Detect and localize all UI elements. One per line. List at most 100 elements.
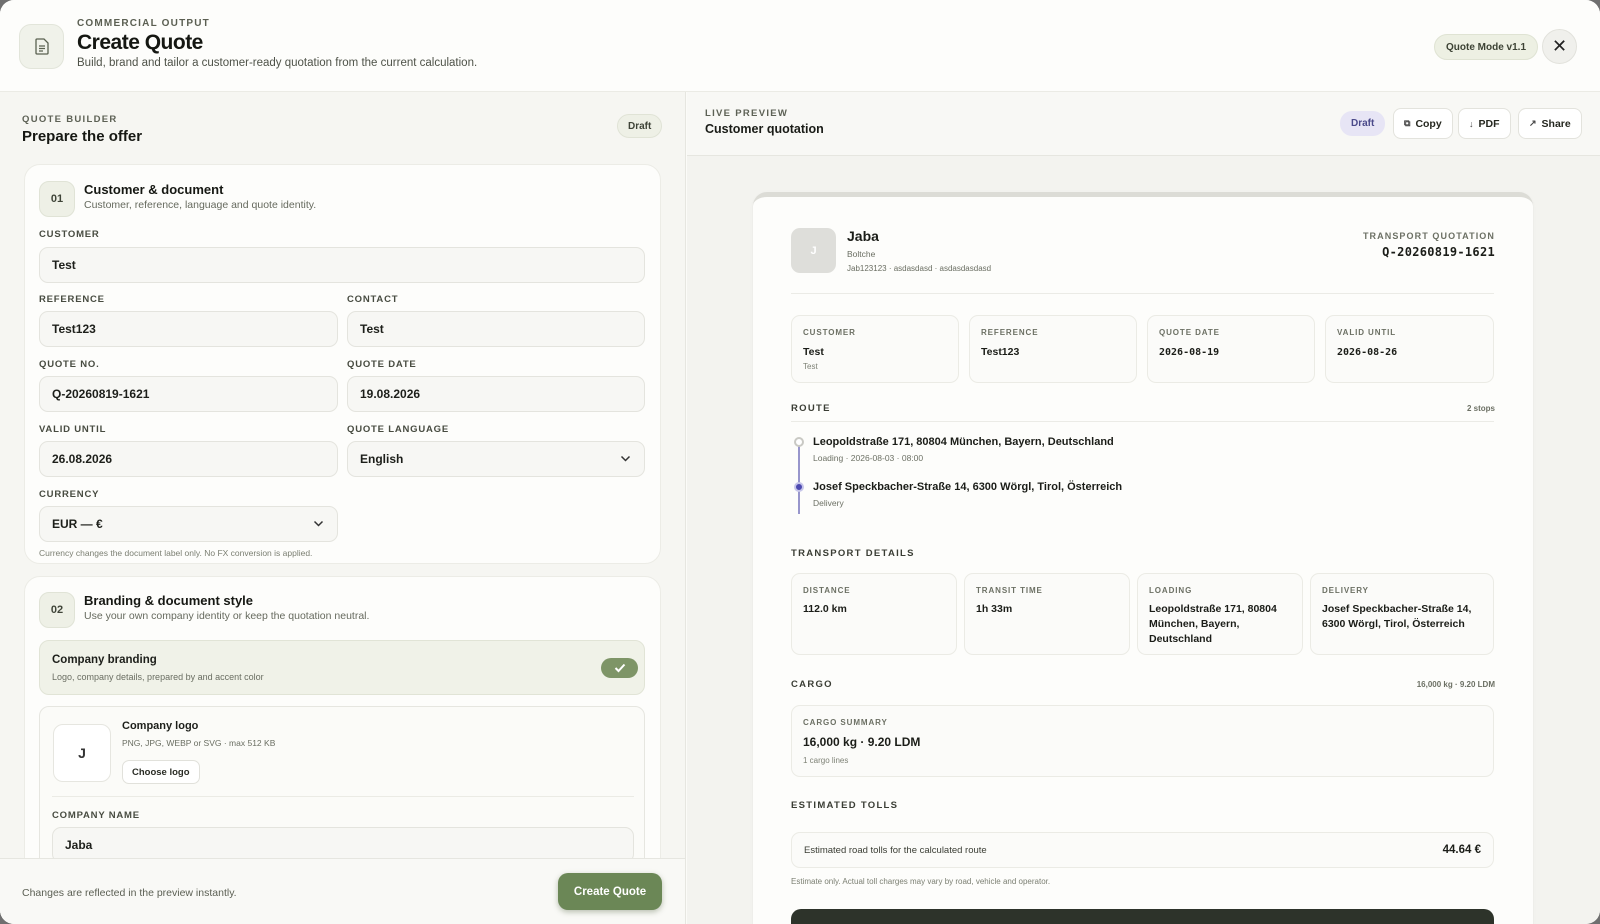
customer-document-card: 01 Customer & document Customer, referen… bbox=[24, 164, 661, 564]
customer-input[interactable]: Test bbox=[39, 247, 645, 283]
section-title: Customer & document bbox=[84, 182, 224, 197]
currency-select[interactable]: EUR — € bbox=[39, 506, 338, 542]
tolls-hint: Estimate only. Actual toll charges may v… bbox=[791, 877, 1051, 886]
quote-number: Q-20260819-1621 bbox=[1382, 245, 1495, 259]
preview-status-badge: Draft bbox=[1340, 111, 1386, 136]
route-heading: ROUTE bbox=[791, 403, 831, 414]
valid-until-input[interactable]: 26.08.2026 bbox=[39, 441, 338, 477]
choose-logo-button[interactable]: Choose logo bbox=[122, 760, 200, 784]
close-icon: ✕ bbox=[1551, 36, 1568, 56]
transport-card: TRANSIT TIME 1h 33m bbox=[964, 573, 1130, 655]
route-stop-sub: Loading · 2026-08-03 · 08:00 bbox=[813, 453, 924, 463]
cargo-summary-card: CARGO SUMMARY 16,000 kg · 9.20 LDM 1 car… bbox=[791, 705, 1494, 777]
summary-key: CUSTOMER bbox=[803, 328, 856, 337]
customer-label: CUSTOMER bbox=[39, 229, 100, 240]
quote-date-input[interactable]: 19.08.2026 bbox=[347, 376, 645, 412]
builder-title: Prepare the offer bbox=[22, 128, 143, 145]
cargo-summary-label: CARGO SUMMARY bbox=[803, 718, 888, 727]
copy-label: Copy bbox=[1415, 117, 1442, 130]
summary-card: REFERENCE Test123 bbox=[969, 315, 1137, 383]
transport-heading: TRANSPORT DETAILS bbox=[791, 548, 915, 559]
quote-language-select[interactable]: English bbox=[347, 441, 645, 477]
branding-title: Company branding bbox=[52, 654, 157, 666]
currency-value: EUR — € bbox=[52, 517, 103, 531]
route-end-dot bbox=[794, 482, 804, 492]
divider bbox=[791, 421, 1494, 422]
pdf-button[interactable]: ↓ PDF bbox=[1458, 108, 1511, 139]
cargo-lines: 1 cargo lines bbox=[803, 756, 849, 765]
tolls-row: Estimated road tolls for the calculated … bbox=[791, 832, 1494, 868]
company-branding-toggle[interactable] bbox=[601, 658, 638, 678]
transport-card: DISTANCE 112.0 km bbox=[791, 573, 957, 655]
quote-date-label: QUOTE DATE bbox=[347, 359, 417, 370]
checkmark-icon bbox=[614, 663, 625, 673]
route-stop-name: Leopoldstraße 171, 80804 München, Bayern… bbox=[813, 436, 1114, 448]
branding-card: 02 Branding & document style Use your ow… bbox=[24, 576, 661, 896]
builder-footer: Changes are reflected in the preview ins… bbox=[0, 858, 685, 924]
company-subtitle: Boltche bbox=[847, 249, 876, 259]
logo-placeholder: J bbox=[53, 724, 111, 782]
summary-card: VALID UNTIL 2026-08-26 bbox=[1325, 315, 1494, 383]
quote-builder-panel: QUOTE BUILDER Prepare the offer Draft 01… bbox=[0, 92, 686, 924]
reference-input[interactable]: Test123 bbox=[39, 311, 338, 347]
share-icon: ↗ bbox=[1529, 118, 1537, 128]
create-quote-modal: COMMERCIAL OUTPUT Create Quote Build, br… bbox=[0, 0, 1600, 924]
route-stop-sub: Delivery bbox=[813, 498, 844, 508]
route-count: 2 stops bbox=[1466, 404, 1495, 413]
summary-value: 2026-08-26 bbox=[1337, 347, 1398, 358]
contact-label: CONTACT bbox=[347, 294, 399, 305]
total-bar bbox=[791, 909, 1494, 924]
summary-sub: Test bbox=[803, 362, 818, 371]
divider bbox=[791, 293, 1494, 294]
company-branding-toggle-row[interactable]: Company branding Logo, company details, … bbox=[39, 640, 645, 695]
branding-subtitle: Logo, company details, prepared by and a… bbox=[52, 672, 264, 682]
copy-button[interactable]: ⧉ Copy bbox=[1393, 108, 1453, 139]
section-subtitle: Use your own company identity or keep th… bbox=[84, 610, 370, 622]
summary-card: QUOTE DATE 2026-08-19 bbox=[1147, 315, 1315, 383]
tolls-label: Estimated road tolls for the calculated … bbox=[804, 845, 987, 856]
reference-label: REFERENCE bbox=[39, 294, 105, 305]
tolls-heading: ESTIMATED TOLLS bbox=[791, 800, 899, 811]
divider bbox=[52, 796, 634, 797]
share-button[interactable]: ↗ Share bbox=[1518, 108, 1582, 139]
summary-key: VALID UNTIL bbox=[1337, 328, 1397, 337]
transport-key: TRANSIT TIME bbox=[976, 586, 1043, 595]
contact-input[interactable]: Test bbox=[347, 311, 645, 347]
route-stop-name: Josef Speckbacher-Straße 14, 6300 Wörgl,… bbox=[813, 481, 1123, 493]
pdf-label: PDF bbox=[1478, 117, 1500, 130]
builder-status-badge: Draft bbox=[617, 114, 663, 138]
step-number: 02 bbox=[39, 592, 75, 628]
section-title: Branding & document style bbox=[84, 593, 254, 608]
step-number: 01 bbox=[39, 181, 75, 217]
quote-mode-badge: Quote Mode v1.1 bbox=[1434, 34, 1539, 60]
quote-language-label: QUOTE LANGUAGE bbox=[347, 424, 449, 435]
header-eyebrow: COMMERCIAL OUTPUT bbox=[77, 18, 210, 29]
create-quote-button[interactable]: Create Quote bbox=[558, 873, 662, 910]
currency-label: CURRENCY bbox=[39, 489, 100, 500]
builder-eyebrow: QUOTE BUILDER bbox=[22, 114, 118, 125]
route-start-dot bbox=[794, 437, 804, 447]
company-name-label: COMPANY NAME bbox=[52, 810, 140, 821]
summary-value: Test bbox=[803, 346, 824, 358]
transport-card: LOADING Leopoldstraße 171, 80804 München… bbox=[1137, 573, 1303, 655]
section-subtitle: Customer, reference, language and quote … bbox=[84, 199, 317, 211]
document-icon bbox=[19, 24, 64, 69]
valid-until-label: VALID UNTIL bbox=[39, 424, 107, 435]
quote-no-input[interactable]: Q-20260819-1621 bbox=[39, 376, 338, 412]
close-button[interactable]: ✕ bbox=[1542, 29, 1577, 64]
document-type: TRANSPORT QUOTATION bbox=[1362, 231, 1495, 241]
chevron-down-icon bbox=[620, 455, 631, 462]
page-subtitle: Build, brand and tailor a customer-ready… bbox=[77, 57, 478, 69]
chevron-down-icon bbox=[313, 520, 324, 527]
download-icon: ↓ bbox=[1469, 118, 1474, 129]
transport-value: 1h 33m bbox=[976, 603, 1013, 615]
cargo-summary-value: 16,000 kg · 9.20 LDM bbox=[803, 735, 921, 749]
footer-note: Changes are reflected in the preview ins… bbox=[22, 887, 237, 899]
route-line bbox=[798, 442, 800, 514]
transport-key: LOADING bbox=[1149, 586, 1193, 595]
cargo-total: 16,000 kg · 9.20 LDM bbox=[1416, 680, 1495, 689]
preview-toolbar: LIVE PREVIEW Customer quotation Draft ⧉ C… bbox=[687, 92, 1600, 156]
modal-header: COMMERCIAL OUTPUT Create Quote Build, br… bbox=[0, 0, 1600, 92]
summary-card: CUSTOMER Test Test bbox=[791, 315, 959, 383]
transport-key: DISTANCE bbox=[803, 586, 851, 595]
